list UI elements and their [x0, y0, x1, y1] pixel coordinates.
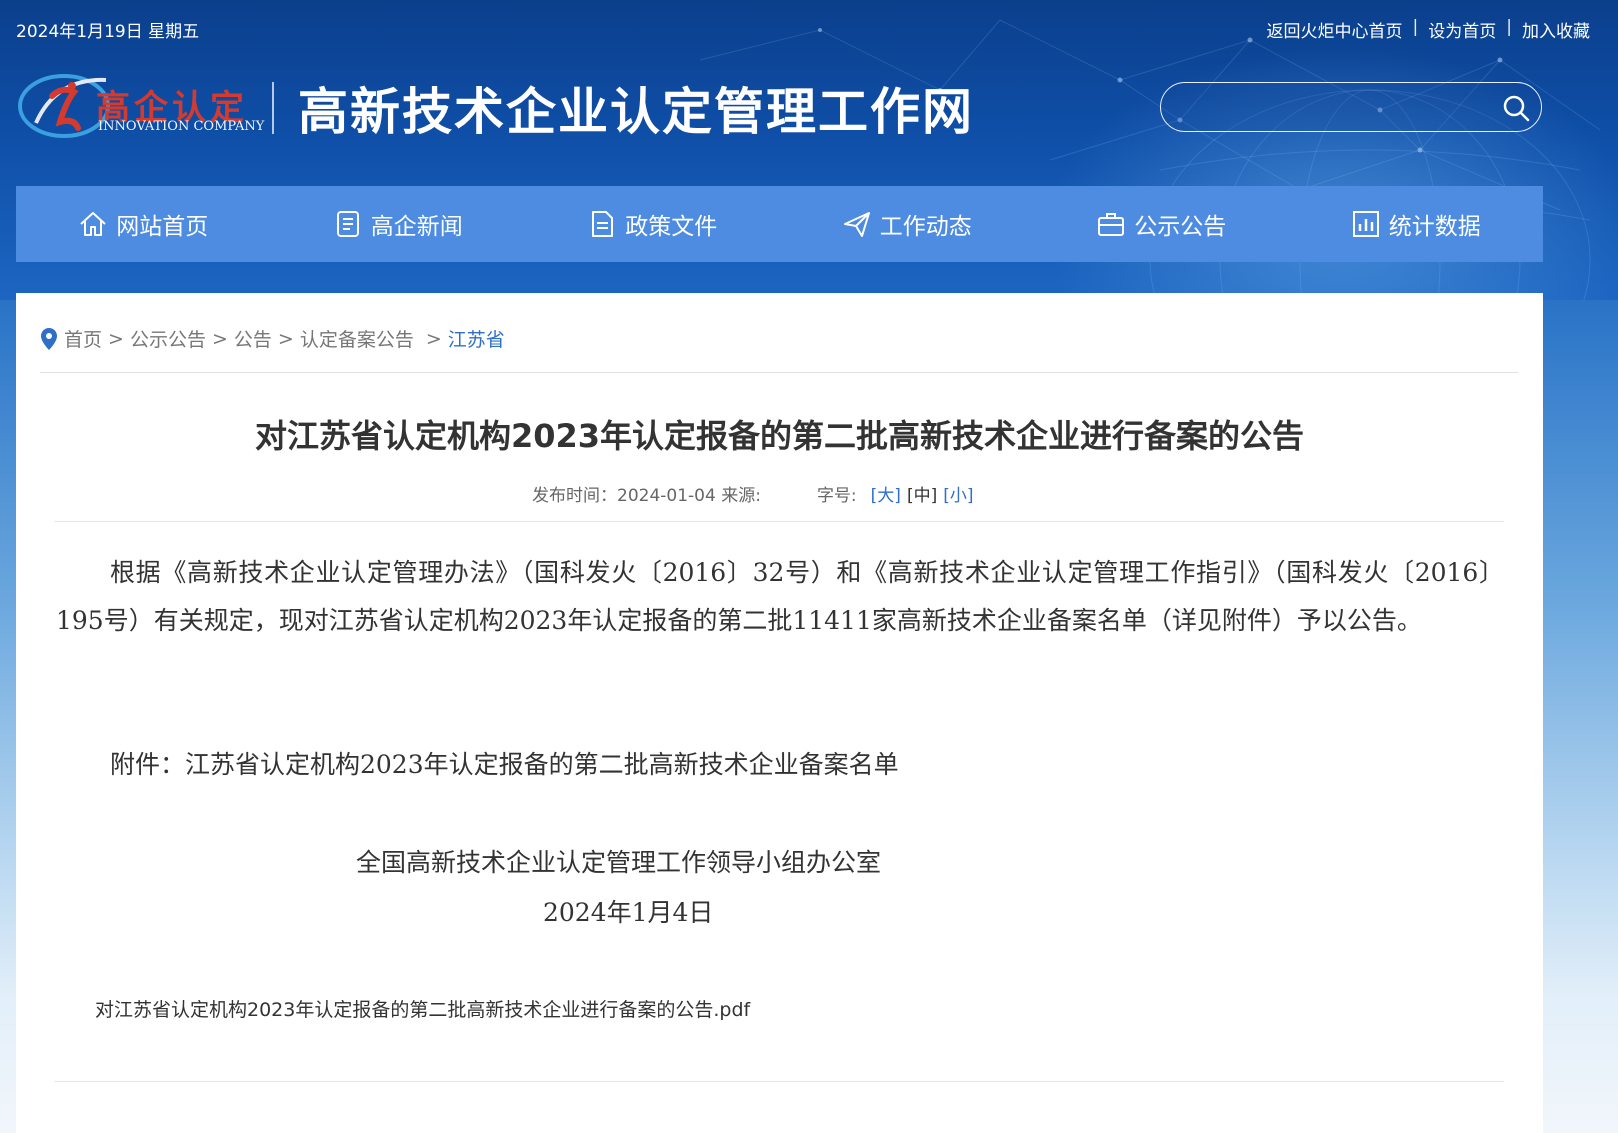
- breadcrumb-separator: >: [211, 327, 228, 350]
- publish-info: 发布时间：2024-01-04 来源:: [532, 486, 761, 506]
- separator: |: [1506, 17, 1512, 37]
- signature-date: 2024年1月4日: [543, 898, 714, 927]
- breadcrumb-notice[interactable]: 公告: [234, 325, 272, 352]
- search-icon[interactable]: [1501, 93, 1531, 123]
- bar-chart-icon: [1352, 211, 1379, 237]
- breadcrumb-filing-notice[interactable]: 认定备案公告: [300, 325, 414, 352]
- breadcrumb-separator: >: [277, 327, 294, 350]
- nav-news[interactable]: 高企新闻: [271, 186, 526, 262]
- font-size-small-button[interactable]: [小]: [943, 481, 973, 506]
- pdf-attachment-link[interactable]: 对江苏省认定机构2023年认定报备的第二批高新技术企业进行备案的公告.pdf: [95, 995, 750, 1022]
- breadcrumb-home[interactable]: 首页: [64, 325, 102, 352]
- separator: |: [1412, 17, 1419, 37]
- link-home-center[interactable]: 返回火炬中心首页: [1267, 17, 1403, 42]
- search-input[interactable]: [1179, 91, 1483, 125]
- logo-divider: [272, 82, 274, 134]
- divider: [40, 372, 1518, 373]
- breadcrumb-announcements[interactable]: 公示公告: [130, 325, 206, 352]
- breadcrumb-current[interactable]: 江苏省: [448, 325, 505, 352]
- search-box: [1160, 82, 1542, 132]
- nav-label: 网站首页: [116, 214, 209, 240]
- article-paragraph: 根据《高新技术企业认定管理办法》（国科发火〔2016〕32号）和《高新技术企业认…: [56, 558, 1504, 635]
- nav-label: 政策文件: [625, 214, 718, 240]
- font-size-large-button[interactable]: [大]: [871, 481, 901, 506]
- font-size-medium-button[interactable]: [中]: [907, 481, 937, 506]
- link-set-homepage[interactable]: 设为首页: [1428, 17, 1496, 42]
- nav-label: 公示公告: [1134, 214, 1227, 240]
- article-title: 对江苏省认定机构2023年认定报备的第二批高新技术企业进行备案的公告: [254, 417, 1305, 455]
- file-icon: [592, 211, 614, 237]
- breadcrumb-separator: >: [108, 327, 124, 350]
- nav-policy[interactable]: 政策文件: [525, 186, 780, 262]
- home-icon: [80, 212, 106, 236]
- nav-work-news[interactable]: 工作动态: [780, 186, 1035, 262]
- divider: [54, 1081, 1504, 1082]
- divider: [54, 521, 1504, 522]
- article-body: 根据《高新技术企业认定管理办法》（国科发火〔2016〕32号）和《高新技术企业认…: [56, 549, 1504, 645]
- content-card: 首页 > 公示公告 > 公告 > 认定备案公告 > 江苏省 对江苏省认定机构20…: [16, 293, 1543, 1133]
- paper-plane-icon: [843, 212, 870, 237]
- nav-label: 工作动态: [879, 214, 972, 240]
- top-links: 返回火炬中心首页 | 设为首页 | 加入收藏: [1267, 17, 1590, 42]
- font-size-label: 字号:: [816, 486, 857, 506]
- nav-statistics[interactable]: 统计数据: [1289, 186, 1544, 262]
- document-list-icon: [336, 211, 359, 237]
- nav-home[interactable]: 网站首页: [16, 186, 271, 262]
- breadcrumb-separator: >: [425, 327, 442, 350]
- location-pin-icon: [41, 327, 57, 350]
- main-nav: 网站首页 高企新闻 政策文件 工作动态 公示公告 统计数据: [16, 186, 1543, 262]
- breadcrumb: 首页 > 公示公告 > 公告 > 认定备案公告 > 江苏省: [40, 325, 505, 352]
- nav-announcements[interactable]: 公示公告: [1034, 186, 1289, 262]
- current-date: 2024年1月19日 星期五: [16, 22, 200, 42]
- nav-label: 高企新闻: [370, 214, 463, 240]
- article-meta: 发布时间：2024-01-04 来源: 字号: [大] [中] [小]: [532, 481, 973, 506]
- signature-org: 全国高新技术企业认定管理工作领导小组办公室: [356, 848, 882, 877]
- briefcase-icon: [1098, 213, 1125, 236]
- nav-label: 统计数据: [1388, 214, 1481, 240]
- link-add-favorite[interactable]: 加入收藏: [1522, 17, 1590, 42]
- site-title: 高新技术企业认定管理工作网: [298, 82, 974, 141]
- logo-text-en: INNOVATION COMPANY: [98, 119, 265, 134]
- attachment-note: 附件：江苏省认定机构2023年认定报备的第二批高新技术企业备案名单: [110, 750, 899, 779]
